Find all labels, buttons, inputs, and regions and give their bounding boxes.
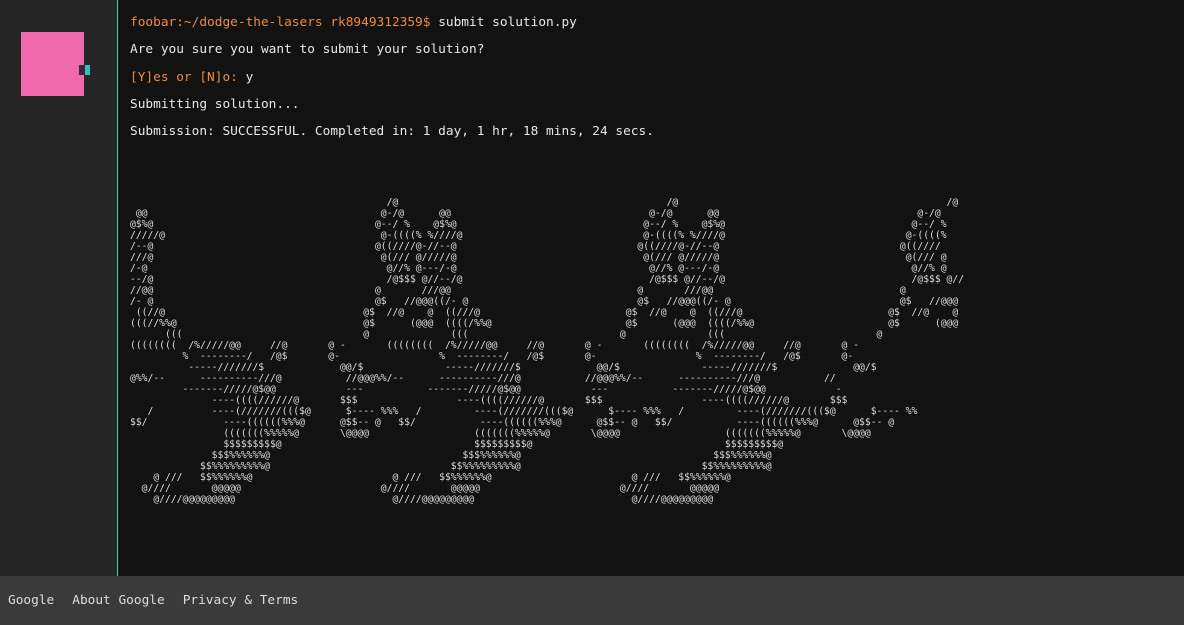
footer-link-privacy-terms[interactable]: Privacy & Terms: [183, 593, 299, 608]
command-line: foobar:~/dodge-the-lasers rk8949312359$ …: [130, 15, 577, 31]
footer-link-about-google[interactable]: About Google: [72, 593, 164, 608]
confirm-question: Are you sure you want to submit your sol…: [130, 42, 485, 57]
submitting-status: Submitting solution...: [130, 97, 300, 112]
app-window: foobar:~/dodge-the-lasers rk8949312359$ …: [0, 0, 1184, 625]
ascii-art-celebration: /@ /@ /@ @@ @-/@ @@ @-/@ @@ @-/@ @$%@ @-…: [130, 197, 965, 505]
footer: Google About Google Privacy & Terms: [0, 576, 1184, 625]
avatar: [21, 32, 90, 96]
command-text: submit solution.py: [430, 15, 577, 30]
confirm-answer: y: [237, 70, 254, 85]
confirm-prompt: [Y]es or [N]o:: [130, 70, 238, 85]
footer-link-google[interactable]: Google: [8, 593, 54, 608]
shell-prompt: foobar:~/dodge-the-lasers rk8949312359$: [130, 15, 431, 30]
avatar-eye-highlight: [85, 65, 90, 75]
terminal[interactable]: foobar:~/dodge-the-lasers rk8949312359$ …: [119, 0, 1184, 576]
confirm-line: [Y]es or [N]o: y: [130, 70, 253, 86]
submission-result: Submission: SUCCESSFUL. Completed in: 1 …: [130, 124, 654, 139]
sidebar: [0, 0, 118, 576]
